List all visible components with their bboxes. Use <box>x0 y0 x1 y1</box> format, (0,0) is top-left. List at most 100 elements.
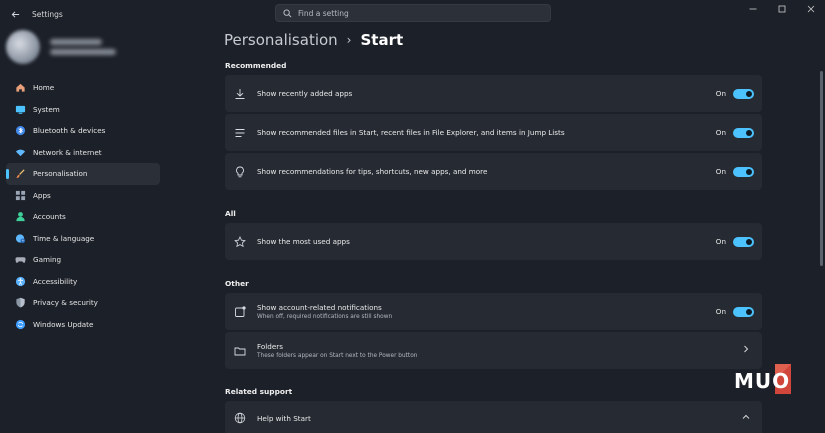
sidebar-item-label: Gaming <box>33 255 62 265</box>
svg-text:MUO: MUO <box>734 369 790 393</box>
sidebar-item-windows-update[interactable]: Windows Update <box>6 314 160 336</box>
setting-title: Folders <box>257 342 283 351</box>
sidebar-item-bluetooth[interactable]: Bluetooth & devices <box>6 120 160 142</box>
avatar <box>6 30 40 64</box>
maximize-icon <box>778 5 785 13</box>
recommended-files-toggle[interactable] <box>733 127 754 138</box>
update-icon <box>15 319 26 330</box>
section-other: Other <box>225 279 249 288</box>
breadcrumb: Personalisation › Start <box>224 31 403 49</box>
globe-clock-icon <box>15 233 26 244</box>
setting-title: Show recommendations for tips, shortcuts… <box>257 167 488 176</box>
lightbulb-icon <box>234 166 246 178</box>
account-notifications-toggle[interactable] <box>733 306 754 317</box>
app-title: Settings <box>32 9 63 19</box>
muo-logo: MUO <box>731 362 793 396</box>
sidebar-item-label: Windows Update <box>33 319 94 329</box>
back-arrow-icon <box>11 10 19 18</box>
setting-title: Show the most used apps <box>257 237 350 246</box>
sidebar-item-label: Home <box>33 83 55 93</box>
toggle-state-label: On <box>715 167 726 176</box>
bluetooth-icon <box>15 125 26 136</box>
sidebar-item-label: Privacy & security <box>33 298 98 308</box>
setting-recommendations-tips[interactable]: Show recommendations for tips, shortcuts… <box>225 153 762 190</box>
back-button[interactable] <box>4 4 26 24</box>
chevron-up-icon[interactable] <box>742 413 750 424</box>
setting-title: Help with Start <box>257 413 311 423</box>
search-icon <box>283 8 292 17</box>
sidebar-item-accessibility[interactable]: Accessibility <box>6 271 160 293</box>
scrollbar[interactable] <box>820 71 823 266</box>
help-with-start-expander[interactable]: Help with Start <box>225 401 762 433</box>
profile-info-blurred <box>50 35 116 59</box>
notification-icon <box>234 305 246 318</box>
section-all: All <box>225 209 236 218</box>
list-icon <box>234 127 246 139</box>
apps-icon <box>15 190 26 201</box>
sidebar-item-system[interactable]: System <box>6 99 160 121</box>
sidebar-item-privacy-security[interactable]: Privacy & security <box>6 292 160 314</box>
account-notifications-toggle-group: On <box>715 306 754 317</box>
download-icon <box>234 88 246 100</box>
setting-title: Show account-related notifications <box>257 303 382 312</box>
minimize-icon <box>749 8 756 10</box>
page-title: Start <box>360 31 404 49</box>
sidebar-item-personalisation[interactable]: Personalisation <box>6 163 160 185</box>
close-icon <box>807 5 814 13</box>
sidebar-item-gaming[interactable]: Gaming <box>6 249 160 271</box>
shield-icon <box>15 297 26 308</box>
minimize-button[interactable] <box>738 0 767 18</box>
setting-folders[interactable]: Folders These folders appear on Start ne… <box>225 332 762 369</box>
gamepad-icon <box>15 254 26 265</box>
breadcrumb-chevron-icon: › <box>346 33 352 47</box>
section-related-support: Related support <box>225 387 293 396</box>
setting-subtitle: These folders appear on Start next to th… <box>257 353 418 359</box>
sidebar-item-label: Personalisation <box>33 169 88 179</box>
most-used-toggle-group: On <box>715 236 754 247</box>
recommendations-toggle[interactable] <box>733 166 754 177</box>
toggle-state-label: On <box>715 128 726 137</box>
recent-apps-toggle-group: On <box>715 88 754 99</box>
sidebar-item-label: Accessibility <box>33 276 78 286</box>
sidebar-item-apps[interactable]: Apps <box>6 185 160 207</box>
close-button[interactable] <box>796 0 825 18</box>
accessibility-icon <box>15 276 26 287</box>
brush-icon <box>15 168 26 179</box>
system-icon <box>15 104 26 115</box>
toggle-state-label: On <box>715 237 726 246</box>
sidebar-item-accounts[interactable]: Accounts <box>6 206 160 228</box>
most-used-toggle[interactable] <box>733 236 754 247</box>
title-bar: Settings <box>0 0 825 28</box>
home-icon <box>15 82 26 93</box>
setting-recent-apps[interactable]: Show recently added apps On <box>225 75 762 112</box>
recommended-files-toggle-group: On <box>715 127 754 138</box>
breadcrumb-parent[interactable]: Personalisation <box>224 31 338 49</box>
maximize-button[interactable] <box>767 0 796 18</box>
setting-title: Show recently added apps <box>257 89 353 98</box>
sidebar-item-network[interactable]: Network & internet <box>6 142 160 164</box>
sidebar-item-label: Time & language <box>33 233 95 243</box>
account-icon <box>15 211 26 222</box>
window-controls <box>738 0 825 18</box>
setting-recommended-files[interactable]: Show recommended files in Start, recent … <box>225 114 762 151</box>
sidebar-item-label: Bluetooth & devices <box>33 126 106 136</box>
star-icon <box>234 235 246 248</box>
setting-account-notifications[interactable]: Show account-related notifications When … <box>225 293 762 330</box>
sidebar-item-label: Accounts <box>33 212 66 222</box>
toggle-state-label: On <box>715 89 726 98</box>
globe-icon <box>234 412 246 424</box>
recommendations-toggle-group: On <box>715 166 754 177</box>
chevron-right-icon <box>742 345 750 356</box>
folder-icon <box>234 345 246 357</box>
sidebar-nav: Home System Bluetooth & devices Network … <box>6 77 160 335</box>
sidebar-item-time-language[interactable]: Time & language <box>6 228 160 250</box>
setting-subtitle: When off, required notifications are sti… <box>257 314 393 320</box>
user-profile[interactable] <box>6 30 116 64</box>
setting-most-used[interactable]: Show the most used apps On <box>225 223 762 260</box>
search-input[interactable] <box>298 8 538 18</box>
sidebar-item-label: Apps <box>33 190 51 200</box>
toggle-state-label: On <box>715 307 726 316</box>
search-box[interactable] <box>275 4 551 22</box>
recent-apps-toggle[interactable] <box>733 88 754 99</box>
sidebar-item-home[interactable]: Home <box>6 77 160 99</box>
